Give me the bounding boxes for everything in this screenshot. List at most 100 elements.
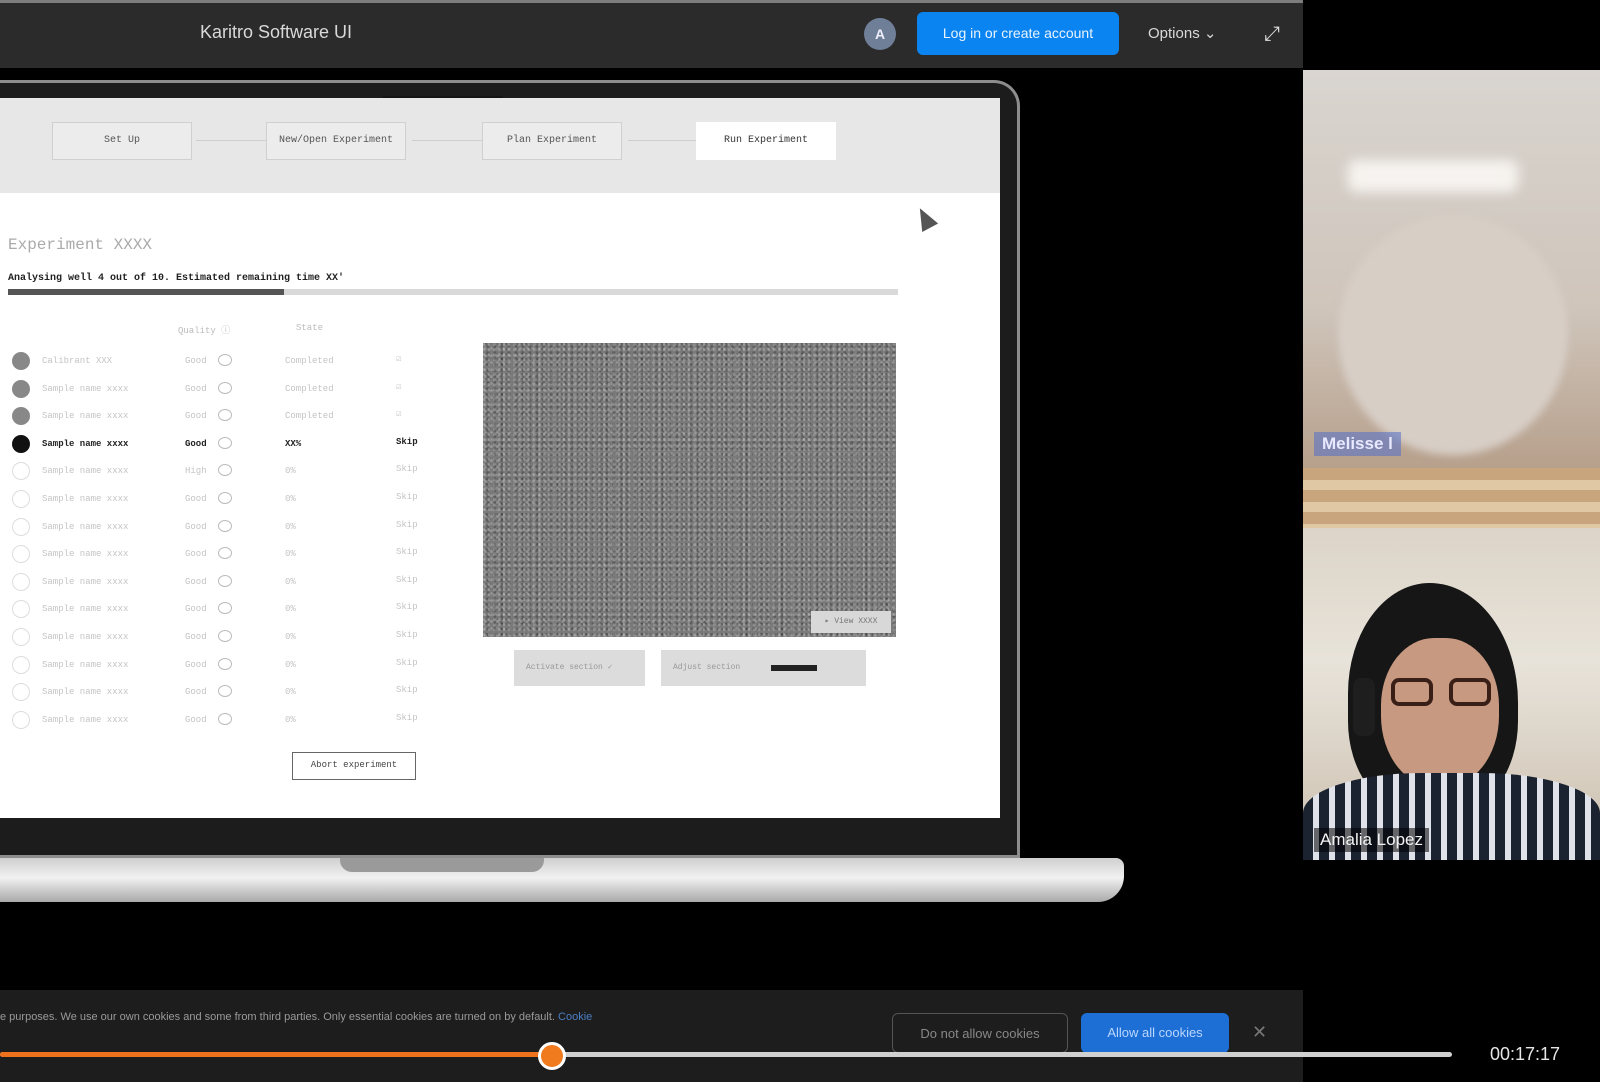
sample-quality: Good bbox=[185, 715, 207, 725]
activate-section-button[interactable]: Activate section ✓ bbox=[514, 650, 645, 686]
cookie-text: e purposes. We use our own cookies and s… bbox=[0, 1011, 840, 1023]
eye-icon[interactable] bbox=[218, 713, 232, 725]
face bbox=[1381, 638, 1499, 788]
sample-row[interactable]: Sample name xxxx Good 0% Skip bbox=[0, 488, 440, 515]
eye-icon[interactable] bbox=[218, 547, 232, 559]
eye-icon[interactable] bbox=[218, 464, 232, 476]
eye-icon[interactable] bbox=[218, 520, 232, 532]
sample-row[interactable]: Sample name xxxx Good 0% Skip bbox=[0, 543, 440, 570]
sample-state: 0% bbox=[285, 660, 296, 670]
sample-state: 0% bbox=[285, 522, 296, 532]
sample-row[interactable]: Sample name xxxx Good 0% Skip bbox=[0, 598, 440, 625]
sample-action[interactable]: Skip bbox=[396, 520, 418, 530]
adjust-slider[interactable] bbox=[771, 665, 817, 671]
user-avatar[interactable]: A bbox=[864, 18, 896, 50]
column-header-quality: Quality ⓘ bbox=[178, 326, 231, 336]
sample-action[interactable]: Skip bbox=[396, 575, 418, 585]
sample-action[interactable]: Skip bbox=[396, 464, 418, 474]
deny-cookies-button[interactable]: Do not allow cookies bbox=[892, 1013, 1068, 1053]
sample-name: Sample name xxxx bbox=[42, 439, 129, 449]
eye-icon[interactable] bbox=[218, 409, 232, 421]
sample-name: Sample name xxxx bbox=[42, 687, 129, 697]
analysis-progress-bar bbox=[8, 289, 898, 295]
sample-row[interactable]: Sample name xxxx Good 0% Skip bbox=[0, 516, 440, 543]
expand-icon[interactable]: ⤢ bbox=[1260, 22, 1284, 46]
step-plan-experiment[interactable]: Plan Experiment bbox=[482, 122, 622, 160]
sample-quality: Good bbox=[185, 411, 207, 421]
sample-row[interactable]: Sample name xxxx Good 0% Skip bbox=[0, 709, 440, 736]
step-new-open-experiment[interactable]: New/Open Experiment bbox=[266, 122, 406, 160]
sample-row[interactable]: Sample name xxxx High 0% Skip bbox=[0, 460, 440, 487]
sample-row[interactable]: Sample name xxxx Good Completed ☑ bbox=[0, 405, 440, 432]
participant-name-2: Amalia Lopez bbox=[1314, 828, 1430, 852]
sample-row[interactable]: Sample name xxxx Good Completed ☑ bbox=[0, 378, 440, 405]
step-connector bbox=[412, 140, 484, 141]
sample-state: 0% bbox=[285, 549, 296, 559]
cookie-text-body: e purposes. We use our own cookies and s… bbox=[0, 1011, 555, 1023]
eye-icon[interactable] bbox=[218, 382, 232, 394]
sample-quality: Good bbox=[185, 577, 207, 587]
sample-row[interactable]: Calibrant XXX Good Completed ☑ bbox=[0, 350, 440, 377]
sample-quality: Good bbox=[185, 604, 207, 614]
sample-name: Sample name xxxx bbox=[42, 411, 129, 421]
sample-action[interactable]: ☑ bbox=[396, 382, 401, 392]
eye-icon[interactable] bbox=[218, 437, 232, 449]
eye-icon[interactable] bbox=[218, 492, 232, 504]
allow-cookies-button[interactable]: Allow all cookies bbox=[1081, 1013, 1229, 1053]
sample-state: 0% bbox=[285, 687, 296, 697]
seek-bar-progress bbox=[0, 1052, 552, 1057]
sample-action[interactable]: ☑ bbox=[396, 409, 401, 419]
sample-name: Sample name xxxx bbox=[42, 660, 129, 670]
options-menu[interactable]: Options ⌄ bbox=[1148, 24, 1216, 42]
eye-icon[interactable] bbox=[218, 575, 232, 587]
abort-experiment-button[interactable]: Abort experiment bbox=[292, 752, 416, 780]
sample-quality: Good bbox=[185, 522, 207, 532]
eye-icon[interactable] bbox=[218, 658, 232, 670]
sample-state: 0% bbox=[285, 494, 296, 504]
eye-icon[interactable] bbox=[218, 630, 232, 642]
sample-quality: Good bbox=[185, 356, 207, 366]
sample-index-badge bbox=[12, 407, 30, 425]
sample-quality: Good bbox=[185, 660, 207, 670]
sample-row[interactable]: Sample name xxxx Good XX% Skip bbox=[0, 433, 440, 460]
step-run-experiment[interactable]: Run Experiment bbox=[696, 122, 836, 160]
seek-handle[interactable] bbox=[537, 1042, 566, 1070]
eye-icon[interactable] bbox=[218, 354, 232, 366]
sample-action[interactable]: Skip bbox=[396, 685, 418, 695]
sample-action[interactable]: Skip bbox=[396, 602, 418, 612]
sample-quality: Good bbox=[185, 439, 207, 449]
sample-action[interactable]: Skip bbox=[396, 492, 418, 502]
login-button[interactable]: Log in or create account bbox=[917, 12, 1119, 55]
sample-name: Sample name xxxx bbox=[42, 577, 129, 587]
sample-row[interactable]: Sample name xxxx Good 0% Skip bbox=[0, 654, 440, 681]
sample-action[interactable]: Skip bbox=[396, 713, 418, 723]
participant-name-1: Melisse l bbox=[1314, 432, 1401, 456]
sample-index-badge bbox=[12, 656, 30, 674]
eye-icon[interactable] bbox=[218, 602, 232, 614]
sample-action[interactable]: Skip bbox=[396, 658, 418, 668]
wood-shelf-background bbox=[1303, 468, 1600, 528]
sample-row[interactable]: Sample name xxxx Good 0% Skip bbox=[0, 571, 440, 598]
sample-action[interactable]: Skip bbox=[396, 630, 418, 640]
adjust-section-label: Adjust section bbox=[673, 663, 741, 672]
sample-index-badge bbox=[12, 683, 30, 701]
sample-index-badge bbox=[12, 380, 30, 398]
close-icon[interactable]: ✕ bbox=[1252, 1022, 1267, 1043]
sample-state: 0% bbox=[285, 632, 296, 642]
sample-row[interactable]: Sample name xxxx Good 0% Skip bbox=[0, 681, 440, 708]
sample-row[interactable]: Sample name xxxx Good 0% Skip bbox=[0, 626, 440, 653]
participant-video-2 bbox=[1303, 528, 1600, 860]
sample-name: Sample name xxxx bbox=[42, 549, 129, 559]
analysis-progress-text: Analysing well 4 out of 10. Estimated re… bbox=[8, 273, 345, 284]
sample-index-badge bbox=[12, 545, 30, 563]
eye-icon[interactable] bbox=[218, 685, 232, 697]
sample-quality: Good bbox=[185, 384, 207, 394]
sample-name: Sample name xxxx bbox=[42, 715, 129, 725]
sample-action[interactable]: Skip bbox=[396, 437, 418, 447]
step-set-up[interactable]: Set Up bbox=[52, 122, 192, 160]
view-image-button[interactable]: ▸ View XXXX bbox=[811, 611, 891, 633]
adjust-section-control[interactable]: Adjust section bbox=[661, 650, 866, 686]
cookie-policy-link[interactable]: Cookie bbox=[558, 1011, 592, 1023]
sample-action[interactable]: ☑ bbox=[396, 354, 401, 364]
sample-action[interactable]: Skip bbox=[396, 547, 418, 557]
